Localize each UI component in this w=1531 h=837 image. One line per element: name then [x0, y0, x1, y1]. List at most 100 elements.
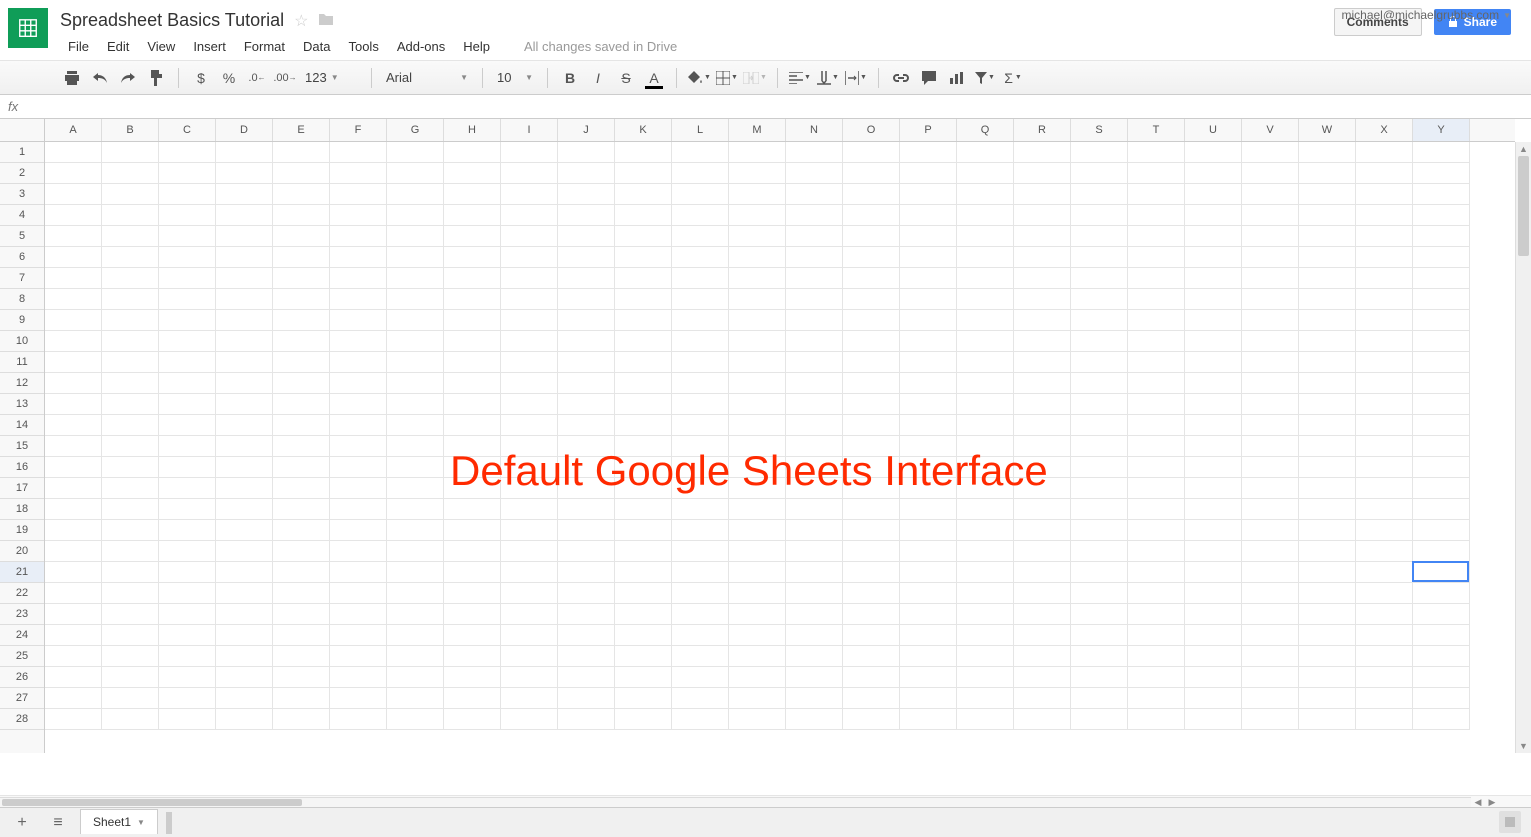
cell[interactable]: [1413, 562, 1470, 583]
cell[interactable]: [273, 373, 330, 394]
cell[interactable]: [1356, 667, 1413, 688]
cell[interactable]: [1299, 247, 1356, 268]
cell[interactable]: [1242, 436, 1299, 457]
cell[interactable]: [273, 478, 330, 499]
cell[interactable]: [444, 499, 501, 520]
cell[interactable]: [615, 457, 672, 478]
cell[interactable]: [159, 583, 216, 604]
cell[interactable]: [1128, 163, 1185, 184]
cell[interactable]: [786, 520, 843, 541]
cell[interactable]: [900, 436, 957, 457]
cell[interactable]: [1413, 457, 1470, 478]
menu-format[interactable]: Format: [236, 35, 293, 58]
doc-title[interactable]: Spreadsheet Basics Tutorial: [60, 10, 284, 31]
cell[interactable]: [216, 541, 273, 562]
cell[interactable]: [1356, 688, 1413, 709]
cell[interactable]: [1185, 415, 1242, 436]
cell[interactable]: [1014, 625, 1071, 646]
cell[interactable]: [1413, 646, 1470, 667]
cell[interactable]: [273, 247, 330, 268]
cell[interactable]: [387, 394, 444, 415]
cell[interactable]: [843, 352, 900, 373]
cell[interactable]: [1128, 268, 1185, 289]
cell[interactable]: [729, 268, 786, 289]
print-icon[interactable]: [60, 66, 84, 90]
column-header[interactable]: R: [1014, 119, 1071, 141]
cell[interactable]: [615, 289, 672, 310]
cell[interactable]: [1185, 247, 1242, 268]
cell[interactable]: [1242, 499, 1299, 520]
cell[interactable]: [900, 457, 957, 478]
cell[interactable]: [1071, 394, 1128, 415]
cell[interactable]: [1356, 604, 1413, 625]
cell[interactable]: [45, 142, 102, 163]
v-align-icon[interactable]: ▼: [816, 66, 840, 90]
cell[interactable]: [45, 604, 102, 625]
cell[interactable]: [957, 583, 1014, 604]
column-header[interactable]: X: [1356, 119, 1413, 141]
cell[interactable]: [45, 520, 102, 541]
cell[interactable]: [1299, 520, 1356, 541]
cell[interactable]: [216, 310, 273, 331]
cell[interactable]: [1413, 331, 1470, 352]
cell[interactable]: [387, 667, 444, 688]
cell[interactable]: [1356, 457, 1413, 478]
cell[interactable]: [102, 625, 159, 646]
merge-cells-icon[interactable]: ▼: [743, 66, 767, 90]
cell[interactable]: [45, 373, 102, 394]
cell[interactable]: [444, 436, 501, 457]
cell[interactable]: [786, 562, 843, 583]
cell[interactable]: [729, 583, 786, 604]
cell[interactable]: [1242, 289, 1299, 310]
cell[interactable]: [273, 163, 330, 184]
cell[interactable]: [1071, 709, 1128, 730]
row-header[interactable]: 13: [0, 394, 44, 415]
cell[interactable]: [1413, 142, 1470, 163]
cell[interactable]: [900, 604, 957, 625]
cell[interactable]: [45, 415, 102, 436]
cell[interactable]: [900, 625, 957, 646]
cell[interactable]: [1014, 247, 1071, 268]
row-header[interactable]: 21: [0, 562, 44, 583]
cell[interactable]: [786, 499, 843, 520]
cell[interactable]: [501, 583, 558, 604]
cell[interactable]: [159, 415, 216, 436]
menu-addons[interactable]: Add-ons: [389, 35, 453, 58]
cell[interactable]: [558, 310, 615, 331]
menu-help[interactable]: Help: [455, 35, 498, 58]
cell[interactable]: [1413, 226, 1470, 247]
cell[interactable]: [1356, 499, 1413, 520]
cell[interactable]: [1071, 415, 1128, 436]
cell[interactable]: [501, 163, 558, 184]
column-header[interactable]: Y: [1413, 119, 1470, 141]
row-header[interactable]: 26: [0, 667, 44, 688]
cell[interactable]: [843, 373, 900, 394]
cell[interactable]: [843, 436, 900, 457]
italic-icon[interactable]: I: [586, 66, 610, 90]
cell[interactable]: [45, 352, 102, 373]
cell[interactable]: [444, 604, 501, 625]
cell[interactable]: [786, 205, 843, 226]
cell[interactable]: [444, 352, 501, 373]
cell[interactable]: [843, 184, 900, 205]
cell[interactable]: [1185, 289, 1242, 310]
cell[interactable]: [273, 268, 330, 289]
column-header[interactable]: L: [672, 119, 729, 141]
cell[interactable]: [1185, 688, 1242, 709]
cell[interactable]: [444, 520, 501, 541]
cell[interactable]: [159, 562, 216, 583]
cell[interactable]: [102, 436, 159, 457]
cell[interactable]: [729, 688, 786, 709]
cell[interactable]: [1128, 373, 1185, 394]
cell[interactable]: [1299, 394, 1356, 415]
cell[interactable]: [1185, 184, 1242, 205]
cell[interactable]: [387, 331, 444, 352]
cell[interactable]: [786, 478, 843, 499]
cell[interactable]: [729, 604, 786, 625]
cell[interactable]: [729, 499, 786, 520]
cell[interactable]: [786, 226, 843, 247]
cell[interactable]: [159, 625, 216, 646]
cell[interactable]: [387, 205, 444, 226]
cell[interactable]: [1185, 226, 1242, 247]
cell[interactable]: [1071, 478, 1128, 499]
